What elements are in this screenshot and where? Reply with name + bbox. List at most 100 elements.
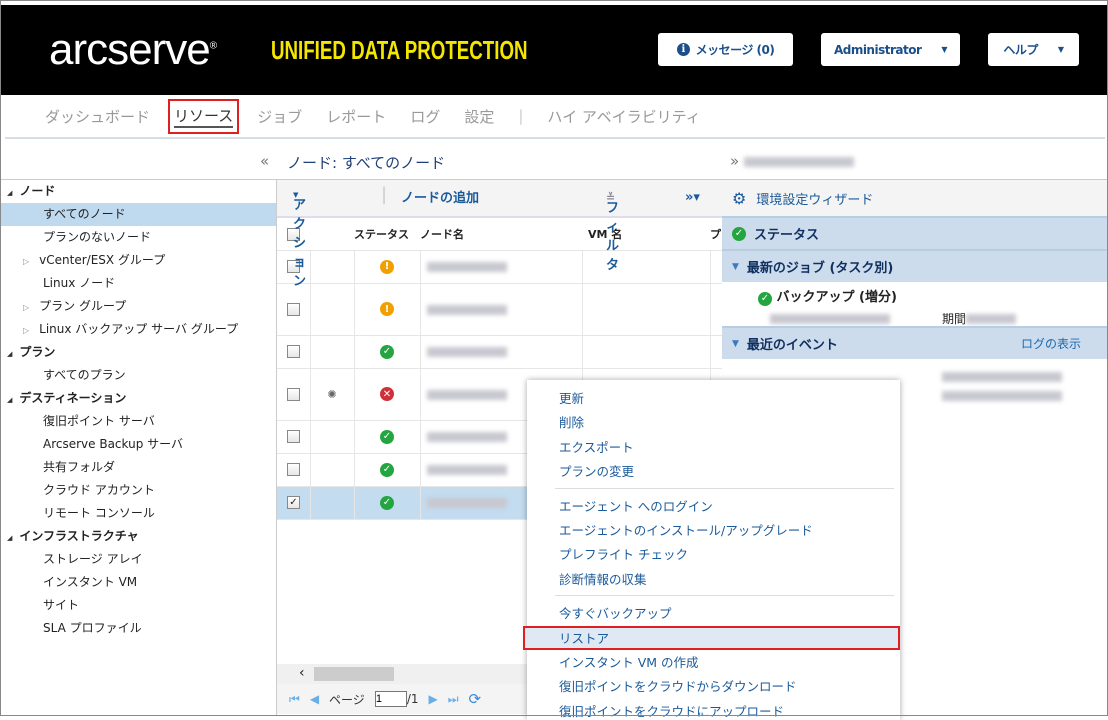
- tree-item[interactable]: デスティネーション: [1, 387, 276, 410]
- scroll-left-icon[interactable]: ‹: [299, 665, 305, 681]
- col-status[interactable]: ステータス: [354, 218, 420, 251]
- refresh-icon[interactable]: ⟳: [469, 690, 482, 708]
- tree-item[interactable]: ノード: [1, 180, 276, 203]
- menu-item[interactable]: 診断情報の収集: [559, 569, 647, 588]
- scroll-thumb[interactable]: [314, 667, 394, 681]
- period-label: 期間: [942, 311, 967, 326]
- blurred-node-name: [743, 156, 854, 167]
- last-page-icon[interactable]: ⏭: [448, 692, 459, 707]
- menu-item[interactable]: プランの変更: [559, 461, 634, 480]
- prev-page-icon[interactable]: ◀: [310, 692, 319, 706]
- user-menu-button[interactable]: Administrator ▼: [821, 33, 960, 66]
- tree-item[interactable]: リモート コンソール: [1, 502, 276, 525]
- status-warn-icon: !: [380, 259, 394, 274]
- logo-text: arcserve: [49, 25, 211, 74]
- next-page-icon[interactable]: ▶: [429, 692, 438, 706]
- menu-item[interactable]: エージェントのインストール/アップグレード: [559, 520, 813, 539]
- filter-button[interactable]: フィルタ ≚: [606, 190, 619, 273]
- tree-item[interactable]: ストレージ アレイ: [1, 548, 276, 571]
- nav-settings[interactable]: 設定: [464, 106, 494, 127]
- tree-item[interactable]: Linux バックアップ サーバ グループ: [1, 318, 276, 341]
- table-row[interactable]: ✓: [277, 335, 722, 369]
- tree-item[interactable]: プラン グループ: [1, 295, 276, 318]
- nav-reports[interactable]: レポート: [326, 106, 386, 127]
- blurred-node-name: [426, 465, 507, 475]
- tree-item[interactable]: vCenter/ESX グループ: [1, 249, 276, 272]
- latest-jobs-header[interactable]: ▼ 最新のジョブ (タスク別): [722, 249, 1107, 282]
- tree-item[interactable]: 共有フォルダ: [1, 456, 276, 479]
- tree-item[interactable]: すべてのノード: [1, 203, 276, 226]
- row-checkbox[interactable]: [287, 302, 300, 316]
- tree-item[interactable]: インスタント VM: [1, 571, 276, 594]
- action-menu-button[interactable]: アクション ▾: [293, 187, 306, 289]
- menu-item[interactable]: 復旧ポイントをクラウドにアップロード: [559, 701, 784, 720]
- caret-down-icon: ▼: [1057, 45, 1064, 54]
- status-warn-icon: !: [380, 302, 394, 317]
- tree-item[interactable]: プランのないノード: [1, 226, 276, 249]
- menu-item[interactable]: リストア: [559, 628, 609, 647]
- status-ok-icon: ✓: [380, 495, 394, 510]
- tree-item[interactable]: すべてのプラン: [1, 364, 276, 387]
- status-ok-icon: ✓: [380, 462, 394, 477]
- expand-icon: ▼: [732, 261, 739, 272]
- more-button[interactable]: »▾: [685, 190, 700, 205]
- tree-item[interactable]: インフラストラクチャ: [1, 525, 276, 548]
- nav-logs[interactable]: ログ: [410, 106, 440, 127]
- expand-right-icon[interactable]: »: [730, 152, 854, 170]
- menu-separator: [555, 487, 894, 489]
- menu-item[interactable]: プレフライト チェック: [559, 544, 688, 563]
- table-row[interactable]: !: [277, 250, 722, 284]
- col-node-name[interactable]: ノード名: [420, 218, 582, 251]
- page-label: ページ: [329, 692, 365, 707]
- tree-item[interactable]: プラン: [1, 341, 276, 364]
- tree-item[interactable]: クラウド アカウント: [1, 479, 276, 502]
- nav-dashboard[interactable]: ダッシュボード: [45, 106, 150, 127]
- col-vm-name[interactable]: VM 名: [582, 218, 710, 251]
- nav-resources[interactable]: リソース: [167, 98, 240, 134]
- row-checkbox[interactable]: [287, 345, 300, 359]
- row-checkbox[interactable]: ✓: [287, 496, 300, 510]
- messages-button[interactable]: i メッセージ (0): [658, 33, 793, 66]
- nav-jobs[interactable]: ジョブ: [257, 106, 302, 127]
- menu-separator: [555, 595, 894, 597]
- recent-events-title: 最近のイベント: [746, 338, 838, 353]
- menu-item[interactable]: インスタント VM の作成: [559, 652, 699, 671]
- help-button[interactable]: ヘルプ ▼: [988, 33, 1079, 66]
- page-input[interactable]: [374, 691, 407, 707]
- wizard-link[interactable]: ⚙ 環境設定ウィザード: [722, 180, 1107, 216]
- tree-item[interactable]: 復旧ポイント サーバ: [1, 410, 276, 433]
- status-title: ステータス: [754, 228, 820, 243]
- page-total: /1: [406, 692, 419, 706]
- menu-item[interactable]: エージェント へのログイン: [559, 496, 713, 515]
- messages-label: メッセージ (0): [695, 43, 775, 57]
- info-icon: i: [676, 43, 690, 56]
- status-ok-icon: ✓: [380, 344, 394, 359]
- nav-high-availability[interactable]: ハイ アベイラビリティ: [547, 106, 700, 127]
- tree-item[interactable]: Linux ノード: [1, 272, 276, 295]
- tree-item[interactable]: SLA プロファイル: [1, 617, 276, 640]
- main-nav: ダッシュボード リソース ジョブ レポート ログ 設定 | ハイ アベイラビリテ…: [5, 95, 1105, 139]
- latest-job-item: ✓ バックアップ (増分) 期間: [722, 282, 1107, 326]
- blurred-node-name: [426, 432, 507, 442]
- status-ok-icon: ✓: [380, 429, 394, 444]
- row-checkbox[interactable]: [287, 387, 300, 401]
- tree-item[interactable]: Arcserve Backup サーバ: [1, 433, 276, 456]
- collapse-left-icon[interactable]: «: [260, 152, 269, 170]
- menu-item[interactable]: 復旧ポイントをクラウドからダウンロード: [559, 676, 797, 695]
- app-header: arcserve® UNIFIED DATA PROTECTION i メッセージ…: [1, 5, 1107, 95]
- first-page-icon[interactable]: ⏮: [289, 692, 300, 707]
- status-section-header[interactable]: ✓ ステータス: [722, 216, 1107, 249]
- tree-item[interactable]: サイト: [1, 594, 276, 617]
- table-row[interactable]: !: [277, 283, 722, 336]
- recent-events-header[interactable]: ▼ 最近のイベント ログの表示: [722, 326, 1107, 359]
- blurred-node-name: [426, 304, 507, 315]
- row-checkbox[interactable]: [287, 463, 300, 477]
- col-plan[interactable]: プ: [710, 218, 722, 251]
- view-log-link[interactable]: ログの表示: [1021, 335, 1081, 352]
- menu-item[interactable]: エクスポート: [559, 437, 634, 456]
- add-node-button[interactable]: ノードの追加: [401, 187, 479, 206]
- menu-item[interactable]: 今すぐバックアップ: [559, 603, 672, 622]
- menu-item[interactable]: 削除: [559, 412, 584, 431]
- row-checkbox[interactable]: [287, 430, 300, 444]
- menu-item[interactable]: 更新: [559, 388, 584, 407]
